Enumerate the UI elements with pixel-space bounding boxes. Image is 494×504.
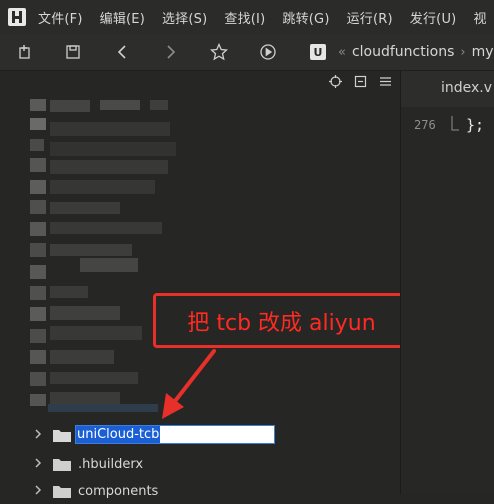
run-button[interactable] xyxy=(254,34,282,70)
menu-goto[interactable]: 跳转(G) xyxy=(282,8,329,27)
menu-view[interactable]: 视 xyxy=(473,8,486,27)
editor-tab-bar: index.v xyxy=(401,71,494,107)
breadcrumb-separator: « xyxy=(338,44,346,60)
line-number: 276 xyxy=(414,118,436,132)
chevron-right-icon xyxy=(167,45,176,59)
tree-item-renaming[interactable]: uniCloud-tcb xyxy=(0,422,400,448)
tree-item-label: .hbuilderx xyxy=(78,456,144,472)
tree-item-components[interactable]: components xyxy=(0,478,400,504)
menu-edit[interactable]: 编辑(E) xyxy=(100,8,145,27)
folder-icon xyxy=(53,430,71,442)
toolbar: U « cloudfunctions › my xyxy=(0,34,494,71)
chevron-left-icon xyxy=(117,45,126,59)
breadcrumb-separator: › xyxy=(460,44,466,60)
hbuilder-logo-icon[interactable] xyxy=(8,6,26,28)
menu-find[interactable]: 查找(I) xyxy=(224,8,265,27)
breadcrumb-next[interactable]: my xyxy=(472,44,494,60)
folder-icon xyxy=(53,486,71,498)
rename-input[interactable]: uniCloud-tcb xyxy=(75,425,275,444)
breadcrumb-cloudfunctions[interactable]: cloudfunctions xyxy=(352,44,454,60)
favorite-button[interactable] xyxy=(205,34,233,70)
rename-input-value: uniCloud-tcb xyxy=(76,426,161,443)
chevron-right-icon[interactable] xyxy=(32,428,44,440)
star-icon xyxy=(210,43,228,61)
explorer-tools xyxy=(329,75,392,88)
project-badge-icon: U xyxy=(310,44,326,60)
locate-icon[interactable] xyxy=(329,75,342,88)
menu-select[interactable]: 选择(S) xyxy=(162,8,207,27)
new-file-button[interactable] xyxy=(11,34,39,70)
annotation-text: 把 tcb 改成 aliyun xyxy=(187,310,376,336)
new-file-icon xyxy=(19,45,30,59)
menu-run[interactable]: 运行(R) xyxy=(347,8,393,27)
tree-item-hbuilderx[interactable]: .hbuilderx xyxy=(0,451,400,477)
breadcrumb: U « cloudfunctions › my xyxy=(310,34,494,70)
save-icon xyxy=(66,45,80,59)
menu-publish[interactable]: 发行(U) xyxy=(410,8,457,27)
code-editor[interactable] xyxy=(401,71,494,494)
chevron-right-icon[interactable] xyxy=(32,457,44,469)
chevron-right-icon[interactable] xyxy=(32,484,44,496)
annotation-callout: 把 tcb 改成 aliyun xyxy=(153,293,410,348)
save-button[interactable] xyxy=(59,34,87,70)
code-line: }; xyxy=(466,116,485,134)
fold-end-icon xyxy=(451,116,459,131)
menu-file[interactable]: 文件(F) xyxy=(38,8,83,27)
forward-button[interactable] xyxy=(157,34,185,70)
back-button[interactable] xyxy=(108,34,136,70)
menu-lines-icon[interactable] xyxy=(379,75,392,88)
tree-item-label: components xyxy=(78,484,159,499)
menu-bar: 文件(F) 编辑(E) 选择(S) 查找(I) 跳转(G) 运行(R) 发行(U… xyxy=(0,0,494,34)
play-circle-icon xyxy=(260,44,276,60)
collapse-all-icon[interactable] xyxy=(354,75,367,88)
folder-icon xyxy=(53,459,71,471)
annotation-arrow-icon xyxy=(162,349,216,419)
editor-tab[interactable]: index.v xyxy=(441,80,492,96)
